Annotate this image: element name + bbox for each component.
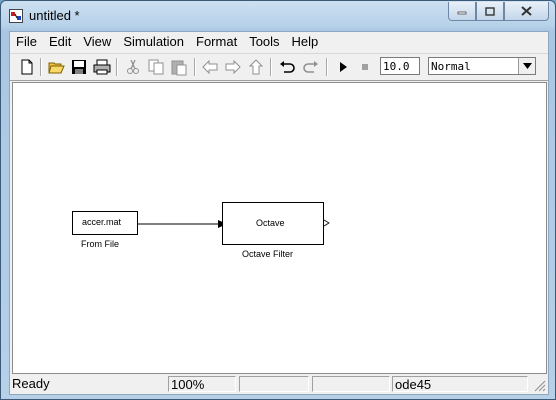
toolbar-separator bbox=[270, 58, 272, 76]
toolbar-separator bbox=[326, 58, 328, 76]
octave-block-text: Octave bbox=[256, 218, 285, 228]
from-file-block[interactable]: accer.mat bbox=[72, 211, 138, 235]
stop-icon[interactable] bbox=[356, 58, 374, 76]
up-icon[interactable] bbox=[247, 58, 265, 76]
chevron-down-icon bbox=[522, 63, 532, 69]
new-icon[interactable] bbox=[18, 58, 36, 76]
app-window: untitled * File Edit View Simulation For… bbox=[0, 0, 556, 400]
title-bar[interactable]: untitled * bbox=[1, 1, 555, 31]
menu-bar: File Edit View Simulation Format Tools H… bbox=[10, 32, 548, 52]
run-icon[interactable] bbox=[334, 58, 352, 76]
minimize-button[interactable] bbox=[448, 2, 476, 21]
signal-line[interactable] bbox=[138, 218, 228, 230]
status-state: Ready bbox=[12, 376, 50, 391]
simulation-mode-select[interactable]: Normal bbox=[428, 57, 536, 75]
close-button[interactable] bbox=[504, 2, 549, 21]
toolbar-separator bbox=[40, 58, 42, 76]
menu-tools[interactable]: Tools bbox=[243, 32, 285, 52]
menu-edit[interactable]: Edit bbox=[43, 32, 77, 52]
toolbar-separator bbox=[194, 58, 196, 76]
cut-icon[interactable] bbox=[124, 58, 142, 76]
simulation-mode-value: Normal bbox=[431, 60, 471, 73]
maximize-icon bbox=[485, 6, 495, 16]
maximize-button[interactable] bbox=[476, 2, 504, 21]
close-icon bbox=[521, 6, 532, 16]
menu-view[interactable]: View bbox=[77, 32, 117, 52]
status-empty-2 bbox=[312, 376, 390, 392]
save-icon[interactable] bbox=[70, 58, 88, 76]
paste-icon[interactable] bbox=[170, 58, 188, 76]
status-bar: Ready 100% ode45 bbox=[10, 374, 548, 394]
back-icon[interactable] bbox=[201, 58, 219, 76]
toolbar-separator bbox=[116, 58, 118, 76]
toolbar: 10.0 Normal bbox=[10, 53, 548, 81]
dropdown-arrow[interactable] bbox=[518, 58, 535, 74]
window-title: untitled * bbox=[29, 8, 80, 23]
window-controls bbox=[448, 2, 549, 21]
octave-filter-block[interactable]: Octave bbox=[222, 202, 324, 245]
redo-icon[interactable] bbox=[302, 58, 320, 76]
client-area: File Edit View Simulation Format Tools H… bbox=[9, 31, 549, 395]
model-canvas[interactable]: accer.mat From File Octave Octave Filter bbox=[12, 82, 547, 374]
octave-block-label[interactable]: Octave Filter bbox=[242, 249, 293, 259]
resize-grip-icon[interactable] bbox=[532, 378, 546, 392]
undo-icon[interactable] bbox=[278, 58, 296, 76]
open-icon[interactable] bbox=[47, 58, 65, 76]
status-empty-1 bbox=[239, 376, 309, 392]
menu-format[interactable]: Format bbox=[190, 32, 243, 52]
forward-icon[interactable] bbox=[224, 58, 242, 76]
copy-icon[interactable] bbox=[147, 58, 165, 76]
status-zoom: 100% bbox=[168, 376, 236, 392]
minimize-icon bbox=[457, 11, 467, 15]
status-solver: ode45 bbox=[392, 376, 528, 392]
menu-simulation[interactable]: Simulation bbox=[117, 32, 190, 52]
menu-file[interactable]: File bbox=[10, 32, 43, 52]
print-icon[interactable] bbox=[93, 58, 111, 76]
from-file-block-label[interactable]: From File bbox=[81, 239, 119, 249]
model-icon bbox=[9, 9, 23, 23]
output-port-icon bbox=[324, 219, 330, 227]
stop-time-input[interactable]: 10.0 bbox=[380, 57, 420, 75]
menu-help[interactable]: Help bbox=[286, 32, 325, 52]
from-file-block-text: accer.mat bbox=[82, 217, 122, 227]
